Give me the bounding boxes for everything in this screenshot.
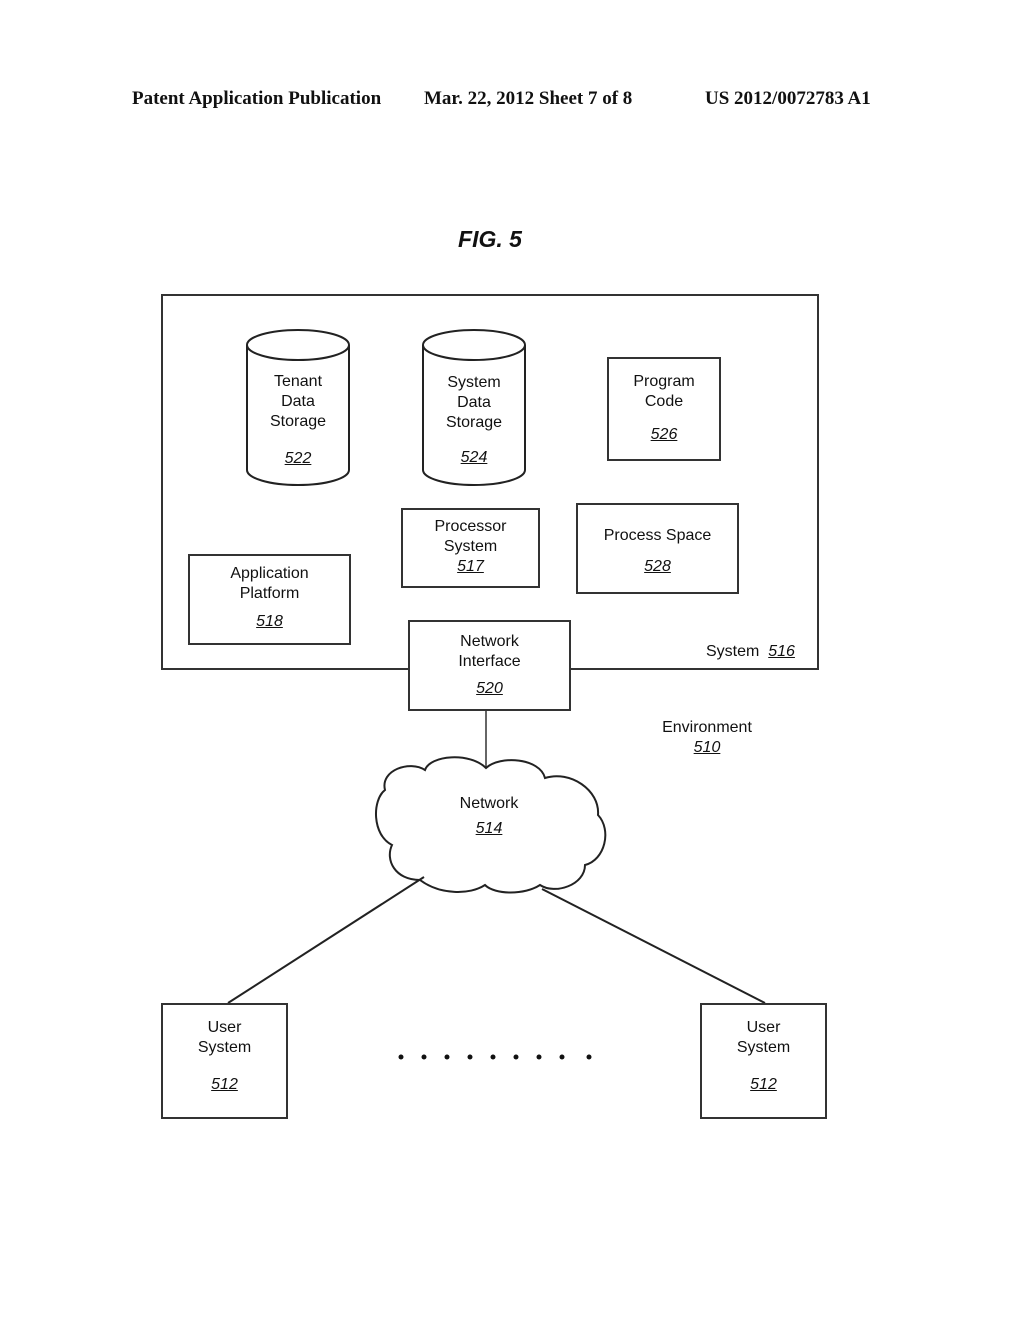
label-line: Code [644, 393, 684, 410]
label-line: System [447, 374, 501, 391]
user-system-right: User System 512 [700, 1018, 827, 1095]
ref-number: 512 [211, 1076, 238, 1093]
application-platform: Application Platform 518 [188, 564, 351, 632]
label-line: Application [230, 565, 309, 582]
label-line: User [207, 1019, 242, 1036]
ref-number: 514 [475, 820, 503, 837]
label-line: Network [460, 633, 519, 650]
program-code: Program Code 526 [607, 372, 721, 445]
label-line: Network [459, 795, 519, 812]
label-line: Data [281, 393, 315, 410]
label-line: Platform [239, 585, 300, 602]
label-line: Interface [458, 653, 521, 670]
ref-number: 510 [693, 739, 721, 756]
label-line: System [197, 1039, 252, 1056]
network-user-link-left [227, 876, 425, 1004]
label-line: Storage [269, 413, 327, 430]
label-line: Program [633, 373, 695, 390]
network-label: Network 514 [430, 794, 548, 839]
label-line: Process Space [603, 527, 712, 544]
network-interface: Network Interface 520 [408, 632, 571, 699]
ref-number: 516 [768, 643, 795, 660]
label-line: Processor [434, 518, 507, 535]
label-line: Data [457, 394, 491, 411]
process-space: Process Space 528 [576, 526, 739, 577]
ref-number: 524 [460, 449, 488, 466]
processor-system: Processor System 517 [401, 517, 540, 577]
ellipsis-dots [398, 1054, 592, 1060]
label-text: Environment [662, 719, 752, 736]
ref-number: 526 [650, 426, 678, 443]
ref-number: 520 [476, 680, 503, 697]
environment-label: Environment 510 [652, 718, 762, 758]
label-line: System [736, 1039, 791, 1056]
ref-number: 522 [284, 450, 312, 467]
network-user-link-right [541, 888, 766, 1004]
ref-number: 512 [750, 1076, 777, 1093]
label-line: Tenant [273, 373, 323, 390]
system-data-storage: System Data Storage 524 [423, 373, 525, 468]
ref-number: 518 [256, 613, 283, 630]
ref-number: 528 [644, 558, 671, 575]
label-line: Storage [445, 414, 503, 431]
system-label: System 516 [706, 642, 795, 662]
label-text: System [706, 643, 760, 660]
ref-number: 517 [457, 558, 484, 575]
label-line: System [443, 538, 498, 555]
tenant-data-storage: Tenant Data Storage 522 [247, 372, 349, 469]
user-system-left: User System 512 [161, 1018, 288, 1095]
label-line: User [746, 1019, 781, 1036]
